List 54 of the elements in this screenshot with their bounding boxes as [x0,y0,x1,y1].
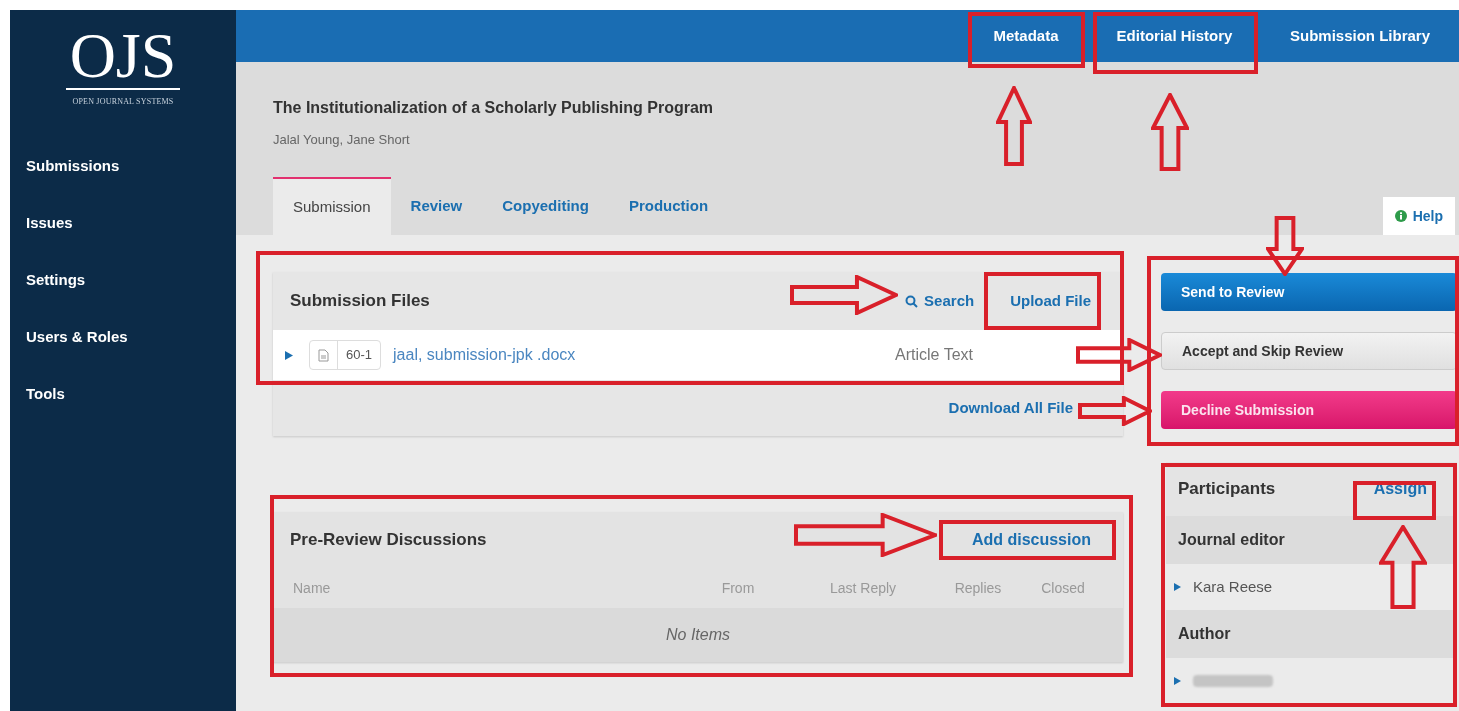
add-discussion-link[interactable]: Add discussion [971,528,1091,552]
expand-icon[interactable] [1174,677,1181,685]
action-button[interactable]: Decline Submission [1161,391,1457,429]
tab[interactable]: Review [390,177,483,235]
sidebar-item[interactable]: Tools [26,384,65,404]
top-nav-link[interactable]: Editorial History [1092,24,1257,48]
column-header: Closed [1041,578,1085,598]
arrow-icon [1076,338,1162,372]
action-button[interactable]: Accept and Skip Review [1161,332,1457,370]
column-header: Last Reply [829,578,897,598]
arrow-icon [1078,396,1152,426]
arrow-icon [1379,525,1427,609]
info-icon [1394,210,1407,222]
sidebar-item[interactable]: Issues [26,213,73,233]
logo-wordmark: OJS [65,24,181,90]
sidebar-item[interactable]: Users & Roles [26,327,128,347]
tab[interactable]: Submission [273,177,391,235]
upload-file-link[interactable]: Upload File [1010,289,1091,313]
arrow-icon [1151,93,1189,171]
panel-title: Submission Files [290,290,430,313]
file-row[interactable]: 60-1 jaal, submission-jpk .docx Article Text [273,330,1123,380]
sidebar-item[interactable]: Settings [26,270,86,290]
role-heading: Journal editor [1178,530,1285,550]
expand-icon[interactable] [1174,583,1181,591]
search-icon [905,294,919,308]
help-button[interactable]: Help [1382,197,1455,235]
column-header: From [721,578,755,598]
submission-authors: Jalal Young, Jane Short [273,131,411,149]
search-link[interactable]: Search [905,289,975,313]
empty-message: No Items [666,625,730,645]
logo-tagline: OPEN JOURNAL SYSTEMS [72,96,174,108]
document-icon [318,348,329,362]
tab[interactable]: Copyediting [482,177,609,235]
arrow-icon [1266,216,1304,276]
arrow-icon [996,86,1032,166]
panel-title: Participants [1178,478,1276,501]
submission-title: The Institutionalization of a Scholarly Publishing Program [273,98,715,118]
arrow-icon [794,513,937,557]
sidebar-item[interactable]: Submissions [26,156,120,176]
column-header: Name [293,578,332,598]
top-nav-link[interactable]: Submission Library [1265,24,1455,48]
expand-icon[interactable] [285,350,293,360]
arrow-icon [790,275,898,315]
file-type: Article Text [895,345,973,365]
download-all-link[interactable]: Download All File [948,396,1073,420]
file-id-badge: 60-1 [309,340,382,370]
top-nav-link[interactable]: Metadata [968,24,1084,48]
column-header: Replies [954,578,1002,598]
action-button[interactable]: Send to Review [1161,273,1457,311]
tab[interactable]: Production [608,177,729,235]
participant-name: Kara Reese [1193,576,1273,597]
file-name-link[interactable]: jaal, submission-jpk .docx [393,343,576,367]
panel-title: Pre-Review Discussions [290,529,487,552]
role-heading: Author [1178,624,1231,644]
